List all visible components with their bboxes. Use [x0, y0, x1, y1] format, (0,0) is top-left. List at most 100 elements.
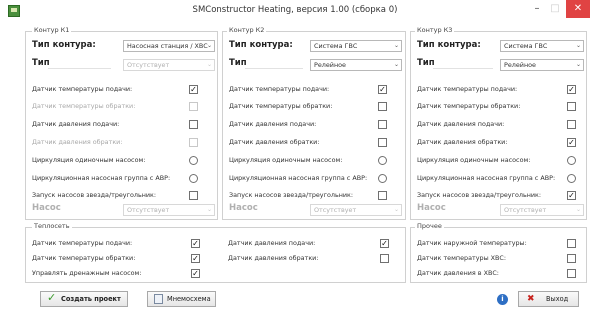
- outdoor-temp-checkbox[interactable]: [567, 239, 576, 248]
- heat-return-temp-checkbox[interactable]: ✓: [191, 254, 200, 263]
- k1-pump-select[interactable]: Отсутствует ⌄: [123, 204, 215, 216]
- k2-row-label: Датчик температуры подачи:: [229, 85, 330, 93]
- chevron-down-icon: ⌄: [393, 61, 399, 68]
- k2-subtype-select[interactable]: Релейное ⌄: [310, 59, 402, 71]
- chevron-down-icon: ⌄: [206, 42, 212, 49]
- k3-return-pressure-checkbox[interactable]: ✓: [567, 138, 576, 147]
- k2-supply-temp-checkbox[interactable]: ✓: [378, 85, 387, 94]
- window-title: SMConstructor Heating, версия 1.00 (сбор…: [192, 5, 398, 15]
- chevron-down-icon: ⌄: [575, 61, 581, 68]
- heat-drain-pump-checkbox[interactable]: ✓: [191, 269, 200, 278]
- create-project-button[interactable]: ✓ Создать проект: [40, 291, 128, 307]
- k2-star-delta-checkbox[interactable]: [378, 191, 387, 200]
- k1-supply-pressure-checkbox[interactable]: [189, 120, 198, 129]
- k3-star-delta-checkbox[interactable]: ✓: [567, 191, 576, 200]
- other-row-label: Датчик температуры ХВС:: [417, 254, 507, 262]
- minimize-icon[interactable]: –: [530, 4, 544, 16]
- k3-subtype-select[interactable]: Релейное ⌄: [500, 59, 584, 71]
- contour-k2-group: Контур К2 Тип контура: Система ГВС ⌄ Тип…: [222, 26, 406, 220]
- contour-k1-group: Контур К1 Тип контура: Насосная станция …: [25, 26, 218, 220]
- k1-return-pressure-checkbox[interactable]: [189, 138, 198, 147]
- k2-subtype-value: Релейное: [314, 61, 346, 69]
- k1-subtype-value: Отсутствует: [127, 61, 170, 69]
- k1-row-label: Датчик давления обратки:: [32, 138, 123, 146]
- k3-row-label: Запуск насосов звезда/треугольник:: [417, 191, 542, 199]
- cold-water-temp-checkbox[interactable]: [567, 254, 576, 263]
- k3-row-label: Датчик температуры подачи:: [417, 85, 518, 93]
- k1-subtype-label: Тип: [32, 58, 50, 68]
- k3-type-label: Тип контура:: [417, 40, 481, 50]
- k2-return-pressure-checkbox[interactable]: [378, 138, 387, 147]
- close-icon[interactable]: ✕: [566, 0, 590, 18]
- heat-row-label: Датчик давления обратки:: [228, 254, 319, 262]
- contour-k1-title: Контур К1: [32, 26, 72, 34]
- k2-row-label: Датчик давления подачи:: [229, 120, 317, 128]
- chevron-down-icon: ⌄: [206, 206, 212, 213]
- k3-supply-temp-checkbox[interactable]: ✓: [567, 85, 576, 94]
- k3-row-label: Датчик давления обратки:: [417, 138, 508, 146]
- k3-row-label: Датчик давления подачи:: [417, 120, 505, 128]
- k1-pump-label: Насос: [32, 203, 61, 213]
- k3-single-pump-radio[interactable]: [567, 156, 576, 165]
- other-group: Прочее Датчик наружной температуры: Датч…: [410, 222, 587, 283]
- heat-row-label: Датчик температуры обратки:: [32, 254, 136, 262]
- k3-row-label: Датчик температуры обратки:: [417, 102, 521, 110]
- chevron-down-icon: ⌄: [393, 206, 399, 213]
- k2-single-pump-radio[interactable]: [378, 156, 387, 165]
- k2-supply-pressure-checkbox[interactable]: [378, 120, 387, 129]
- k1-pump-group-radio[interactable]: [189, 174, 198, 183]
- heat-supply-pressure-checkbox[interactable]: ✓: [380, 239, 389, 248]
- k1-subtype-select[interactable]: Отсутствует ⌄: [123, 59, 215, 71]
- k2-row-label: Датчик давления обратки:: [229, 138, 320, 146]
- mnemonic-scheme-button[interactable]: Мнемосхема: [147, 291, 216, 307]
- k3-supply-pressure-checkbox[interactable]: [567, 120, 576, 129]
- k1-type-select[interactable]: Насосная станция / ХВС ⌄: [123, 40, 215, 52]
- k2-type-label: Тип контура:: [229, 40, 293, 50]
- k3-pump-group-radio[interactable]: [567, 174, 576, 183]
- chevron-down-icon: ⌄: [575, 42, 581, 49]
- exit-button[interactable]: ✖ Выход: [518, 291, 579, 307]
- heat-row-label: Управлять дренажным насосом:: [32, 269, 142, 277]
- chevron-down-icon: ⌄: [206, 61, 212, 68]
- checkmark-icon: ✓: [47, 291, 57, 304]
- k1-row-label: Циркуляция одиночным насосом:: [32, 156, 146, 164]
- k2-pump-group-radio[interactable]: [378, 174, 387, 183]
- k1-single-pump-radio[interactable]: [189, 156, 198, 165]
- info-icon[interactable]: i: [497, 294, 508, 305]
- k2-type-select[interactable]: Система ГВС ⌄: [310, 40, 402, 52]
- k1-row-label: Датчик давления подачи:: [32, 120, 120, 128]
- other-title: Прочее: [415, 222, 444, 230]
- divider: [48, 68, 111, 69]
- k1-row-label: Датчик температуры подачи:: [32, 85, 133, 93]
- chevron-down-icon: ⌄: [575, 206, 581, 213]
- k2-subtype-label: Тип: [229, 58, 247, 68]
- exit-label: Выход: [546, 295, 569, 303]
- divider: [245, 68, 303, 69]
- heat-row-label: Датчик температуры подачи:: [32, 239, 133, 247]
- k1-supply-temp-checkbox[interactable]: ✓: [189, 85, 198, 94]
- k3-type-value: Система ГВС: [504, 42, 548, 50]
- cold-water-pressure-checkbox[interactable]: [567, 269, 576, 278]
- other-row-label: Датчик давления в ХВС:: [417, 269, 499, 277]
- k1-return-temp-checkbox[interactable]: [189, 102, 198, 111]
- k3-row-label: Циркуляция одиночным насосом:: [417, 156, 531, 164]
- k3-return-temp-checkbox[interactable]: [567, 102, 576, 111]
- k3-type-select[interactable]: Система ГВС ⌄: [500, 40, 584, 52]
- heating-network-title: Теплосеть: [32, 222, 72, 230]
- heat-row-label: Датчик давления подачи:: [228, 239, 316, 247]
- k1-type-value: Насосная станция / ХВС: [127, 42, 208, 50]
- k2-return-temp-checkbox[interactable]: [378, 102, 387, 111]
- k2-row-label: Запуск насосов звезда/треугольник:: [229, 191, 354, 199]
- heat-return-pressure-checkbox[interactable]: [380, 254, 389, 263]
- k1-row-label: Циркуляционная насосная группа с АВР:: [32, 174, 171, 182]
- heat-supply-temp-checkbox[interactable]: ✓: [191, 239, 200, 248]
- mnemonic-scheme-label: Мнемосхема: [167, 295, 211, 303]
- k2-pump-select[interactable]: Отсутствует ⌄: [310, 204, 402, 216]
- other-row-label: Датчик наружной температуры:: [417, 239, 527, 247]
- document-icon: [154, 294, 163, 304]
- k3-pump-label: Насос: [417, 203, 446, 213]
- k3-pump-select[interactable]: Отсутствует ⌄: [500, 204, 584, 216]
- k1-star-delta-checkbox[interactable]: [189, 191, 198, 200]
- k3-pump-value: Отсутствует: [504, 206, 547, 214]
- maximize-icon[interactable]: □: [548, 4, 562, 16]
